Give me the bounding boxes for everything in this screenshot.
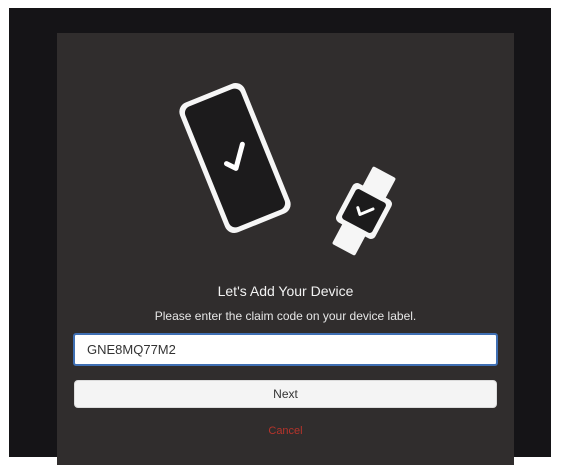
device-illustration [179,83,396,256]
cancel-link[interactable]: Cancel [57,425,514,438]
next-button[interactable]: Next [74,380,497,408]
dialog-instructions: Please enter the claim code on your devi… [154,309,417,323]
dialog-title: Let's Add Your Device [217,283,354,299]
add-device-dialog: Let's Add Your Device Please enter the c… [57,33,514,465]
claim-code-input[interactable] [73,333,498,366]
smartwatch-check-icon [332,166,396,256]
smartphone-check-icon [179,83,291,233]
